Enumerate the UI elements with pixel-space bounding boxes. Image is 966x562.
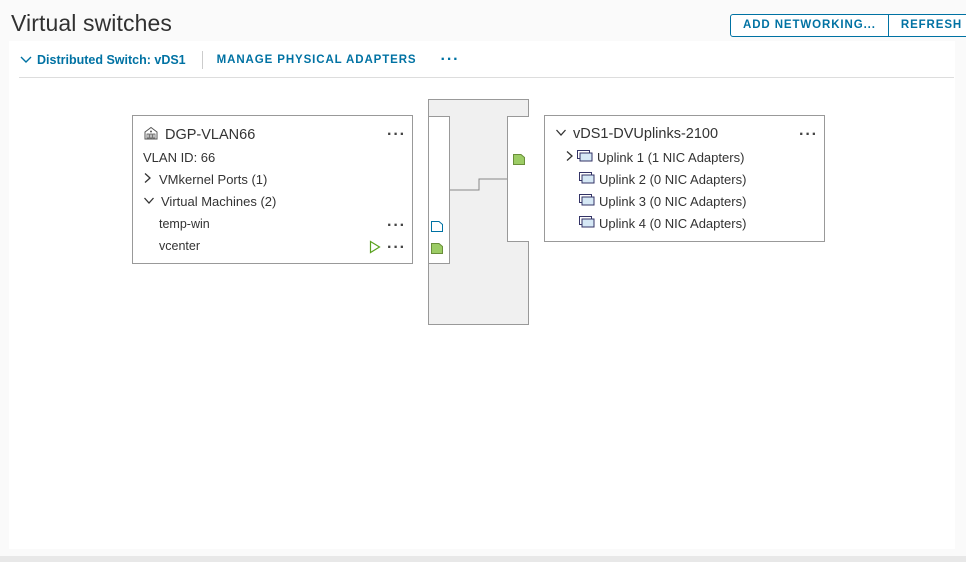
chevron-down-icon[interactable] bbox=[143, 194, 155, 209]
portgroup-card: DGP-VLAN66 ··· VLAN ID: 66 VMkernel Port… bbox=[132, 115, 413, 264]
portgroup-header: DGP-VLAN66 bbox=[143, 126, 255, 144]
uplink-item[interactable]: Uplink 4 (0 NIC Adapters) bbox=[579, 216, 746, 231]
header-divider bbox=[201, 51, 203, 69]
virtual-machines-label: Virtual Machines (2) bbox=[161, 194, 277, 209]
switch-title[interactable]: Distributed Switch: vDS1 bbox=[37, 53, 186, 67]
uplink-item[interactable]: Uplink 1 (1 NIC Adapters) bbox=[565, 150, 744, 165]
switch-more-actions-button[interactable]: ··· bbox=[441, 52, 460, 68]
page-title: Virtual switches bbox=[11, 10, 172, 36]
refresh-button[interactable]: REFRESH bbox=[887, 15, 966, 36]
nic-adapter-icon bbox=[579, 194, 595, 209]
chevron-down-icon[interactable] bbox=[555, 126, 567, 142]
uplinks-card: vDS1-DVUplinks-2100 ··· Uplink 1 (1 NIC … bbox=[544, 115, 825, 242]
header-separator bbox=[19, 77, 954, 78]
switch-header: Distributed Switch: vDS1 MANAGE PHYSICAL… bbox=[19, 49, 460, 71]
switch-diagram bbox=[428, 99, 529, 325]
nic-adapter-icon bbox=[579, 216, 595, 231]
virtual-machines-row[interactable]: Virtual Machines (2) bbox=[143, 194, 276, 209]
uplink-label: Uplink 4 (0 NIC Adapters) bbox=[599, 216, 747, 231]
uplink-label: Uplink 3 (0 NIC Adapters) bbox=[599, 194, 747, 209]
uplink-item[interactable]: Uplink 2 (0 NIC Adapters) bbox=[579, 172, 746, 187]
portgroup-name[interactable]: DGP-VLAN66 bbox=[165, 127, 255, 143]
header-actions: ADD NETWORKING... REFRESH bbox=[730, 14, 966, 37]
connection-lines bbox=[450, 178, 507, 191]
uplink-label: Uplink 1 (1 NIC Adapters) bbox=[597, 150, 745, 165]
nic-adapter-icon bbox=[577, 150, 593, 165]
vlan-id: VLAN ID: 66 bbox=[143, 150, 216, 165]
switch-panel: Distributed Switch: vDS1 MANAGE PHYSICAL… bbox=[9, 41, 955, 549]
vm-port-active-icon[interactable] bbox=[431, 241, 443, 259]
virtual-switches-page: Virtual switches ADD NETWORKING... REFRE… bbox=[0, 0, 966, 562]
vmkernel-ports-label: VMkernel Ports (1) bbox=[159, 172, 268, 187]
vm-more-button[interactable]: ··· bbox=[387, 240, 406, 256]
nic-adapter-icon bbox=[579, 172, 595, 187]
uplink-port-active-icon[interactable] bbox=[513, 152, 525, 170]
chevron-right-icon[interactable] bbox=[565, 150, 575, 165]
uplinks-header: vDS1-DVUplinks-2100 bbox=[555, 126, 718, 142]
portgroup-more-button[interactable]: ··· bbox=[387, 127, 406, 143]
vm-item[interactable]: vcenter bbox=[159, 239, 200, 253]
vmkernel-ports-row[interactable]: VMkernel Ports (1) bbox=[143, 172, 267, 187]
bottom-border bbox=[0, 556, 966, 562]
play-icon bbox=[369, 240, 381, 259]
uplinks-name[interactable]: vDS1-DVUplinks-2100 bbox=[573, 126, 718, 142]
chevron-right-icon[interactable] bbox=[143, 172, 153, 187]
add-networking-button[interactable]: ADD NETWORKING... bbox=[731, 15, 888, 36]
vm-item[interactable]: temp-win bbox=[159, 217, 210, 231]
uplinks-more-button[interactable]: ··· bbox=[799, 127, 818, 143]
manage-physical-adapters-button[interactable]: MANAGE PHYSICAL ADAPTERS bbox=[217, 54, 417, 66]
portgroup-icon bbox=[143, 126, 159, 144]
uplink-label: Uplink 2 (0 NIC Adapters) bbox=[599, 172, 747, 187]
vm-more-button[interactable]: ··· bbox=[387, 218, 406, 234]
uplink-item[interactable]: Uplink 3 (0 NIC Adapters) bbox=[579, 194, 746, 209]
vm-port-inactive-icon[interactable] bbox=[431, 219, 443, 237]
chevron-down-icon[interactable] bbox=[19, 53, 33, 67]
